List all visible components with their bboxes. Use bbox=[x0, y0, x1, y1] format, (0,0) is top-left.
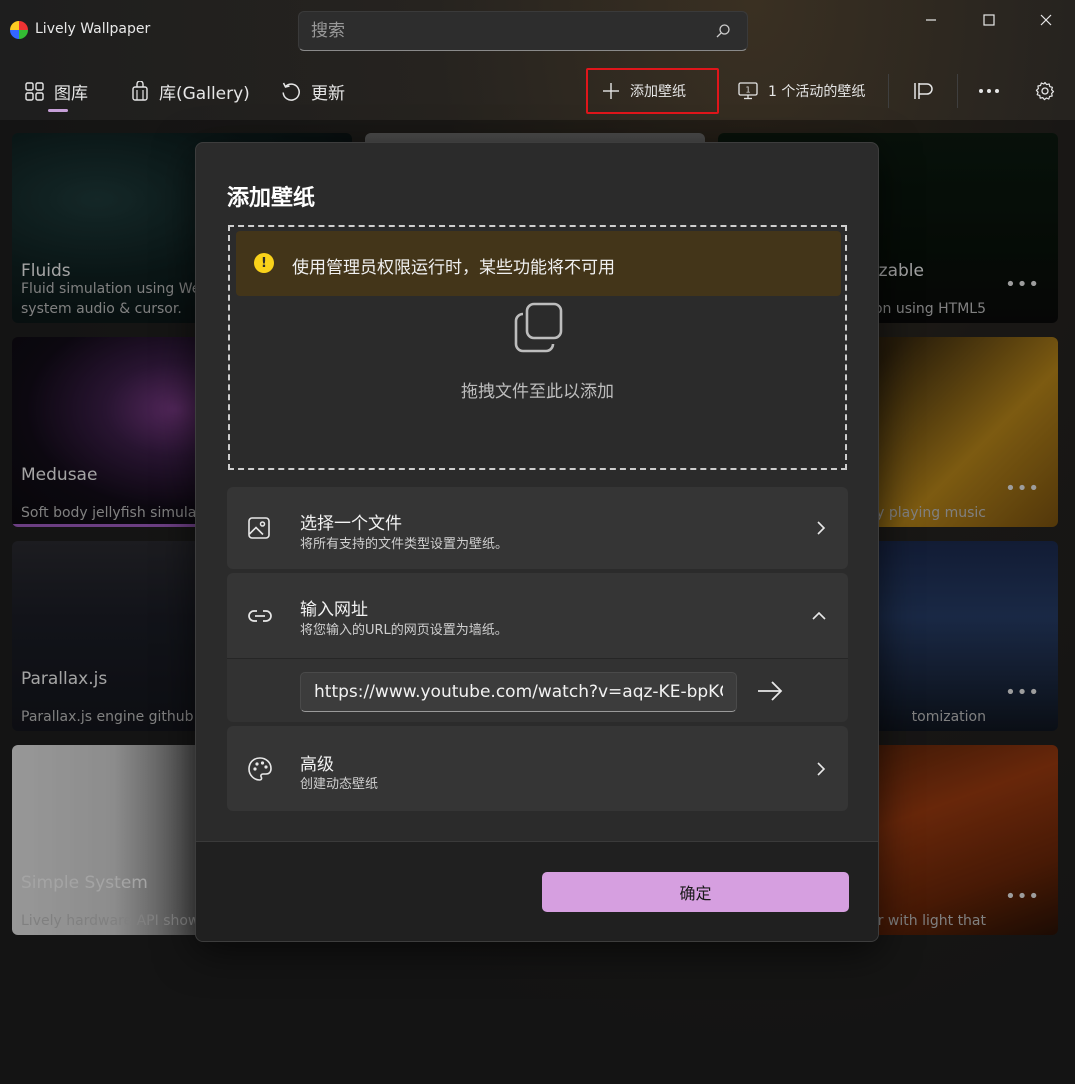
nav-update-label: 更新 bbox=[311, 83, 345, 104]
active-wallpapers-label: 1 个活动的壁纸 bbox=[768, 84, 866, 100]
url-input-row bbox=[227, 658, 848, 722]
nav-library[interactable]: 图库 bbox=[25, 78, 88, 104]
choose-file-option[interactable]: 选择一个文件 将所有支持的文件类型设置为壁纸。 bbox=[227, 487, 848, 569]
warning-icon: ! bbox=[254, 253, 274, 273]
dialog-footer: 确定 bbox=[196, 841, 878, 941]
advanced-subtitle: 创建动态壁纸 bbox=[300, 777, 379, 792]
nav-library-label: 图库 bbox=[54, 83, 88, 104]
ok-button[interactable]: 确定 bbox=[542, 872, 849, 912]
bag-icon bbox=[132, 81, 148, 101]
add-wallpaper-button[interactable]: 添加壁纸 bbox=[586, 68, 719, 114]
advanced-option[interactable]: 高级 创建动态壁纸 bbox=[227, 726, 848, 811]
nav-selected-indicator bbox=[48, 109, 68, 112]
monitor-number: 1 bbox=[745, 86, 750, 95]
maximize-button[interactable] bbox=[966, 5, 1012, 35]
enter-url-title: 输入网址 bbox=[300, 600, 368, 620]
app-logo-icon bbox=[10, 21, 28, 39]
warning-text: 使用管理员权限运行时，某些功能将不可用 bbox=[292, 258, 615, 278]
more-options-button[interactable] bbox=[964, 68, 1014, 114]
chevron-right-icon bbox=[817, 521, 826, 535]
minimize-icon bbox=[926, 19, 936, 21]
search-icon[interactable] bbox=[715, 23, 731, 39]
admin-warning-banner: ! 使用管理员权限运行时，某些功能将不可用 bbox=[236, 231, 841, 296]
drop-zone[interactable]: ! 使用管理员权限运行时，某些功能将不可用 拖拽文件至此以添加 bbox=[228, 225, 847, 470]
maximize-icon bbox=[983, 14, 995, 26]
monitor-icon: 1 bbox=[738, 82, 758, 100]
dialog-title: 添加壁纸 bbox=[227, 186, 316, 211]
url-input[interactable] bbox=[300, 672, 737, 712]
nav-bar: 图库 库(Gallery) 更新 添加壁纸 1 1 个活动的壁纸 bbox=[0, 64, 1075, 118]
add-wallpaper-label: 添加壁纸 bbox=[630, 84, 686, 100]
settings-button[interactable] bbox=[1021, 68, 1069, 114]
toolbar-divider bbox=[957, 74, 958, 108]
toolbar-divider bbox=[888, 74, 889, 108]
refresh-icon bbox=[282, 82, 300, 101]
active-wallpapers-button[interactable]: 1 1 个活动的壁纸 bbox=[724, 68, 879, 114]
chevron-right-icon bbox=[817, 761, 826, 776]
grid-icon bbox=[25, 81, 44, 101]
copy-icon bbox=[514, 302, 563, 353]
minimize-button[interactable] bbox=[908, 5, 954, 35]
advanced-title: 高级 bbox=[300, 755, 334, 775]
control-panel-button[interactable] bbox=[898, 68, 948, 114]
close-icon bbox=[1040, 14, 1052, 26]
nav-gallery-label: 库(Gallery) bbox=[159, 83, 250, 104]
submit-url-button[interactable] bbox=[755, 676, 785, 706]
search-box[interactable] bbox=[298, 11, 748, 51]
close-window-button[interactable] bbox=[1023, 5, 1069, 35]
gear-icon bbox=[1035, 81, 1055, 101]
drop-hint: 拖拽文件至此以添加 bbox=[461, 382, 614, 402]
nav-gallery[interactable]: 库(Gallery) bbox=[131, 78, 250, 104]
enter-url-option[interactable]: 输入网址 将您输入的URL的网页设置为墙纸。 bbox=[227, 573, 848, 659]
flag-icon bbox=[914, 83, 933, 99]
enter-url-subtitle: 将您输入的URL的网页设置为墙纸。 bbox=[300, 623, 508, 638]
arrow-right-icon bbox=[758, 681, 783, 701]
more-icon bbox=[979, 89, 999, 93]
plus-icon bbox=[603, 83, 619, 99]
choose-file-subtitle: 将所有支持的文件类型设置为壁纸。 bbox=[300, 537, 509, 552]
image-icon bbox=[248, 517, 270, 539]
add-wallpaper-dialog: 添加壁纸 ! 使用管理员权限运行时，某些功能将不可用 拖拽文件至此以添加 选择一… bbox=[195, 142, 879, 942]
title-bar: Lively Wallpaper bbox=[0, 0, 1075, 56]
chevron-up-icon[interactable] bbox=[812, 611, 826, 621]
nav-update[interactable]: 更新 bbox=[281, 78, 345, 104]
choose-file-title: 选择一个文件 bbox=[300, 514, 402, 534]
palette-icon bbox=[248, 756, 272, 781]
search-input[interactable] bbox=[311, 20, 691, 42]
app-title: Lively Wallpaper bbox=[35, 21, 151, 37]
app-window: Lively Wallpaper 图库 bbox=[0, 0, 1075, 1084]
link-icon bbox=[248, 610, 272, 622]
